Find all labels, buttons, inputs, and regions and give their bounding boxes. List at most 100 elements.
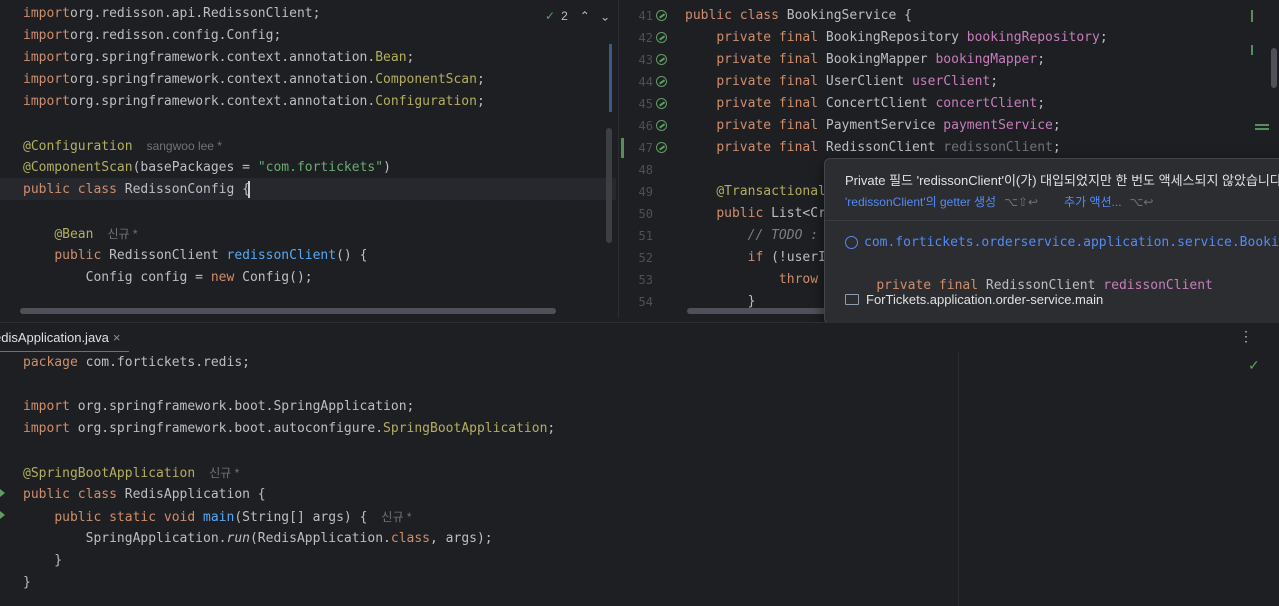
code-line: public class RedissonConfig { — [23, 179, 250, 201]
vertical-scrollbar[interactable] — [1271, 48, 1277, 88]
code-token: SpringApplication. — [23, 531, 227, 546]
check-icon: ✓ — [1248, 357, 1260, 373]
chevron-down-icon[interactable]: ⌃ — [600, 9, 610, 23]
run-icon[interactable] — [0, 489, 5, 497]
code-token: , args); — [430, 531, 493, 546]
spring-bean-icon[interactable] — [656, 142, 667, 153]
code-line: private final BookingMapper bookingMappe… — [685, 49, 1045, 71]
code-token: private final — [716, 96, 819, 111]
code-line: import org.springframework.boot.autoconf… — [23, 418, 555, 440]
line-number: 50 — [638, 207, 653, 221]
class-path-link[interactable]: com.fortickets.orderservice.application.… — [864, 235, 1279, 250]
inspection-widget[interactable]: ✓ 2 ⌃ ⌃ — [545, 6, 610, 26]
top-left-editor[interactable]: import org.redisson.api.RedissonClient; im… — [0, 0, 616, 318]
folder-icon — [845, 294, 859, 305]
line-number: 53 — [638, 273, 653, 287]
code-token: throw — [778, 272, 819, 287]
bottom-editor[interactable]: package com.fortickets.redis; import org.… — [0, 352, 1279, 606]
code-line: public class BookingService { — [685, 5, 912, 27]
code-token: Configuration — [375, 94, 477, 109]
spring-bean-icon[interactable] — [656, 120, 667, 131]
code-token: org.springframework.context.annotation. — [69, 50, 376, 65]
spring-bean-icon[interactable] — [656, 98, 667, 109]
code-token: bookingMapper — [935, 52, 1038, 67]
code-token: @Configuration — [23, 139, 133, 154]
code-token: @Bean — [54, 227, 94, 242]
horizontal-scrollbar[interactable] — [687, 308, 827, 314]
code-token: Config config = — [23, 270, 211, 285]
tab-label: edisApplication.java — [0, 329, 109, 345]
gutter — [0, 0, 20, 318]
horizontal-scrollbar[interactable] — [20, 308, 556, 314]
spring-bean-icon[interactable] — [656, 32, 667, 43]
inspection-count: 2 — [561, 9, 568, 23]
more-actions-link[interactable]: 추가 액션... — [1064, 193, 1122, 210]
author-hint[interactable]: 신규 * — [381, 510, 411, 524]
code-token: @SpringBootApplication — [23, 466, 196, 481]
code-line: importorg.redisson.config.Config; — [23, 25, 281, 47]
chevron-up-icon[interactable]: ⌃ — [580, 9, 590, 23]
vcs-added-marker — [621, 138, 624, 158]
author-hint[interactable]: 신규 * — [107, 227, 137, 241]
code-line: public class RedisApplication { — [23, 484, 266, 506]
right-margin-guide — [958, 352, 959, 606]
code-line: @Configuration sangwoo lee * — [23, 135, 222, 157]
code-token: redissonClient — [943, 140, 1053, 155]
code-token: private final — [716, 74, 819, 89]
code-token: @ComponentScan — [23, 160, 133, 175]
code-token: // TODO : — [747, 228, 819, 243]
code-line: package com.fortickets.redis; — [23, 352, 250, 374]
author-hint[interactable]: sangwoo lee * — [147, 139, 222, 153]
code-token: Bean — [375, 50, 407, 65]
code-token: SpringBootApplication — [383, 421, 548, 436]
inspection-popup[interactable]: Private 필드 'redissonClient'이(가) 대입되었지만 한… — [824, 158, 1279, 324]
tab-redis-application[interactable]: edisApplication.java × — [0, 323, 129, 353]
code-line: import org.springframework.boot.SpringAp… — [23, 396, 414, 418]
code-token: ; — [1052, 140, 1061, 155]
code-token: RedissonConfig { — [116, 182, 250, 197]
generate-getter-link[interactable]: 'redissonClient'의 getter 생성 — [845, 193, 996, 210]
code-token: concertClient — [935, 96, 1038, 111]
code-token: userClient — [911, 74, 991, 89]
code-token: (String[] args) { — [234, 510, 368, 525]
code-token: import — [23, 28, 70, 43]
code-token: run — [226, 531, 250, 546]
code-token: org.springframework.boot.SpringApplicati… — [69, 399, 415, 414]
generate-getter-shortcut: ⌥⇧↩ — [1004, 194, 1039, 209]
check-icon: ✓ — [545, 9, 556, 23]
code-token: } — [685, 294, 756, 309]
code-token: () { — [336, 248, 368, 263]
code-token: } — [23, 553, 63, 568]
code-token: ConcertClient — [818, 96, 936, 111]
code-token: import — [23, 399, 70, 414]
line-number: 48 — [638, 163, 653, 177]
code-line: private final PaymentService paymentServ… — [685, 115, 1060, 137]
code-line: public static void main(String[] args) {… — [23, 506, 411, 528]
code-token: RedisApplication { — [116, 487, 266, 502]
code-token: class — [390, 531, 431, 546]
line-number: 51 — [638, 229, 653, 243]
spring-bean-icon[interactable] — [656, 54, 667, 65]
code-token: ) — [383, 160, 391, 175]
run-main-icon[interactable] — [0, 511, 5, 519]
code-token: org.redisson.api.RedissonClient; — [69, 6, 321, 21]
close-icon[interactable]: × — [113, 330, 121, 345]
code-line: @Transactional — [685, 181, 826, 203]
popup-divider — [825, 220, 1279, 221]
code-token: ; — [1037, 96, 1046, 111]
line-number: 44 — [638, 75, 653, 89]
code-token: UserClient — [818, 74, 912, 89]
vertical-scrollbar[interactable] — [606, 128, 612, 243]
spring-bean-icon[interactable] — [656, 76, 667, 87]
spring-bean-icon[interactable] — [656, 10, 667, 21]
code-line: } — [23, 572, 31, 594]
author-hint[interactable]: 신규 * — [209, 466, 239, 480]
code-token: PaymentService — [818, 118, 944, 133]
code-token: Config(); — [234, 270, 313, 285]
code-token: public static void — [54, 510, 196, 525]
code-token: @Transactional — [716, 184, 826, 199]
more-options-icon[interactable]: ⋮ — [1239, 328, 1253, 345]
